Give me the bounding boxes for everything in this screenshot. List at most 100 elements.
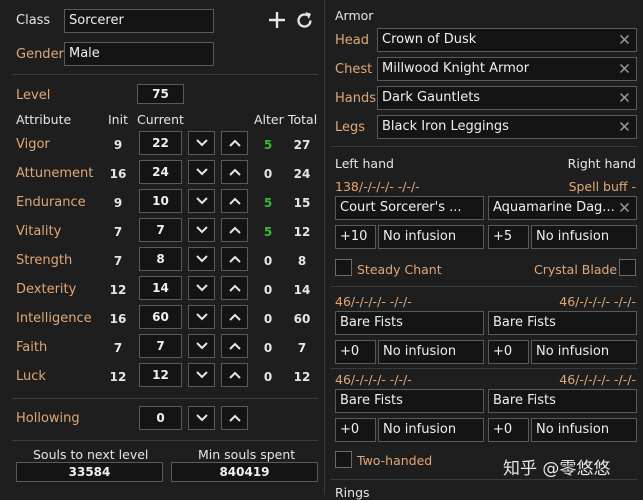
left-upgrade-field[interactable]: +10: [335, 225, 376, 249]
attribute-alter: 5: [263, 196, 273, 210]
attribute-increase-button[interactable]: [221, 131, 248, 155]
armor-field[interactable]: Dark Gauntlets: [377, 86, 637, 110]
attribute-current-field[interactable]: 14: [139, 276, 182, 300]
watermark: 知乎 @零悠悠: [503, 459, 611, 479]
attribute-increase-button[interactable]: [221, 160, 248, 184]
souls-next-label: Souls to next level: [33, 447, 149, 462]
refresh-icon[interactable]: [295, 11, 314, 34]
right-weapon-field[interactable]: Aquamarine Dag...: [488, 196, 637, 220]
add-icon[interactable]: [268, 11, 286, 33]
left-infusion-select[interactable]: No infusion: [378, 340, 484, 364]
armor-field[interactable]: Millwood Knight Armor: [377, 57, 637, 81]
right-upgrade-field[interactable]: +5: [488, 225, 529, 249]
attribute-increase-button[interactable]: [221, 276, 248, 300]
attribute-decrease-button[interactable]: [188, 218, 215, 242]
attribute-current-field[interactable]: 24: [139, 160, 182, 184]
armor-section-label: Armor: [335, 8, 374, 23]
attribute-init: 7: [113, 225, 123, 239]
attribute-decrease-button[interactable]: [188, 363, 215, 387]
min-souls-label: Min souls spent: [198, 447, 296, 462]
attribute-current-field[interactable]: 7: [139, 218, 182, 242]
right-infusion-select[interactable]: No infusion: [531, 418, 637, 442]
right-upgrade-field[interactable]: +0: [488, 340, 529, 364]
right-weapon-stats: Spell buff -: [568, 179, 636, 194]
attribute-alter: 0: [263, 283, 273, 297]
attribute-current-field[interactable]: 8: [139, 247, 182, 271]
crystal-blade-checkbox[interactable]: [619, 259, 636, 276]
rings-section-label: Rings: [335, 485, 370, 500]
attribute-increase-button[interactable]: [221, 218, 248, 242]
attribute-current-field[interactable]: 60: [139, 305, 182, 329]
right-weapon-field[interactable]: Bare Fists: [488, 311, 637, 335]
attribute-alter: 5: [263, 225, 273, 239]
gender-field[interactable]: Male: [64, 42, 214, 66]
attribute-alter: 0: [263, 370, 273, 384]
attribute-decrease-button[interactable]: [188, 334, 215, 358]
hollowing-label: Hollowing: [16, 411, 80, 426]
attribute-alter: 0: [263, 341, 273, 355]
attribute-decrease-button[interactable]: [188, 160, 215, 184]
hollowing-increase-button[interactable]: [221, 406, 248, 430]
attribute-name: Vitality: [16, 224, 62, 239]
attribute-increase-button[interactable]: [221, 247, 248, 271]
attribute-init: 16: [109, 312, 127, 326]
attribute-increase-button[interactable]: [221, 305, 248, 329]
attribute-current-field[interactable]: 12: [139, 363, 182, 387]
clear-icon[interactable]: [619, 34, 630, 45]
hollowing-decrease-button[interactable]: [188, 406, 215, 430]
left-infusion-select[interactable]: No infusion: [378, 418, 484, 442]
attribute-total: 15: [293, 196, 311, 210]
clear-icon[interactable]: [619, 92, 630, 103]
two-handed-checkbox[interactable]: [335, 451, 352, 468]
gender-label: Gender: [16, 47, 64, 62]
attribute-current-field[interactable]: 7: [139, 334, 182, 358]
left-upgrade-field[interactable]: +0: [335, 418, 376, 442]
left-upgrade-field[interactable]: +0: [335, 340, 376, 364]
attribute-decrease-button[interactable]: [188, 131, 215, 155]
class-field[interactable]: Sorcerer: [64, 9, 214, 33]
attribute-increase-button[interactable]: [221, 189, 248, 213]
right-infusion-select[interactable]: No infusion: [531, 340, 637, 364]
attribute-alter: 0: [263, 167, 273, 181]
right-upgrade-field[interactable]: +0: [488, 418, 529, 442]
attribute-init: 7: [113, 254, 123, 268]
attribute-alter: 0: [263, 312, 273, 326]
divider: [331, 146, 637, 147]
armor-field[interactable]: Crown of Dusk: [377, 28, 637, 52]
attribute-init: 9: [113, 138, 123, 152]
attribute-alter: 5: [263, 138, 273, 152]
attribute-decrease-button[interactable]: [188, 247, 215, 271]
column-divider: [324, 0, 325, 495]
attribute-decrease-button[interactable]: [188, 305, 215, 329]
divider: [331, 286, 637, 287]
right-weapon-field[interactable]: Bare Fists: [488, 389, 637, 413]
attribute-current-field[interactable]: 22: [139, 131, 182, 155]
attribute-alter: 0: [263, 254, 273, 268]
attribute-total: 12: [293, 225, 311, 239]
attribute-current-field[interactable]: 10: [139, 189, 182, 213]
attribute-decrease-button[interactable]: [188, 189, 215, 213]
attribute-increase-button[interactable]: [221, 334, 248, 358]
left-weapon-field[interactable]: Court Sorcerer's ...: [335, 196, 484, 220]
hollowing-field[interactable]: 0: [139, 406, 182, 430]
level-field[interactable]: 75: [137, 84, 184, 104]
left-weapon-name: Court Sorcerer's ...: [340, 200, 462, 215]
attribute-total: 60: [293, 312, 311, 326]
left-weapon-field[interactable]: Bare Fists: [335, 311, 484, 335]
clear-icon[interactable]: [619, 63, 630, 74]
divider: [12, 74, 318, 75]
attribute-increase-button[interactable]: [221, 363, 248, 387]
left-infusion-select[interactable]: No infusion: [378, 225, 484, 249]
clear-icon[interactable]: [619, 202, 630, 213]
left-weapon-stats: 46/-/-/-/- -/-/-: [335, 372, 412, 387]
divider: [12, 398, 318, 399]
attribute-decrease-button[interactable]: [188, 276, 215, 300]
crystal-blade-label: Crystal Blade: [534, 262, 618, 277]
steady-chant-checkbox[interactable]: [335, 259, 352, 276]
left-weapon-field[interactable]: Bare Fists: [335, 389, 484, 413]
armor-slot-label: Legs: [335, 120, 366, 135]
total-header: Total: [288, 112, 318, 127]
right-infusion-select[interactable]: No infusion: [531, 225, 637, 249]
clear-icon[interactable]: [619, 121, 630, 132]
armor-field[interactable]: Black Iron Leggings: [377, 115, 637, 139]
